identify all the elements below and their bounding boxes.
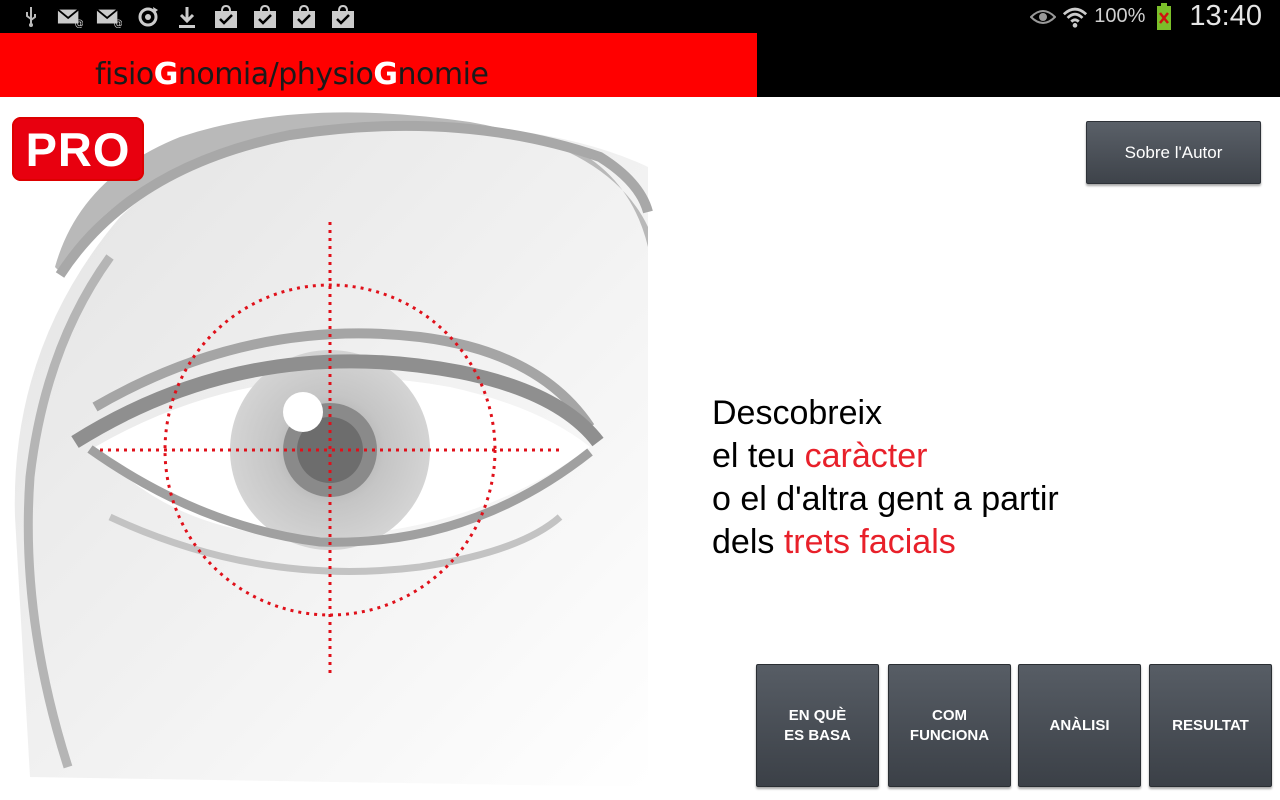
- battery-percentage: 100%: [1094, 5, 1146, 27]
- pro-badge: PRO: [12, 117, 144, 181]
- button-label: RESULTAT: [1172, 716, 1249, 734]
- header-red-banner: fisioGnomia/physioGnomie: [0, 33, 757, 97]
- status-bar: @ @ 100% 13:40: [0, 0, 1280, 33]
- title-part: nomia/physio: [177, 57, 374, 92]
- bag-check-icon: [330, 4, 356, 29]
- title-part: nomie: [397, 57, 489, 92]
- tagline-highlight: caràcter: [804, 437, 928, 475]
- title-part: G: [153, 57, 179, 92]
- svg-text:@: @: [75, 18, 83, 28]
- how-it-works-button[interactable]: COM FUNCIONA: [888, 664, 1011, 787]
- battery-icon: [1151, 2, 1177, 30]
- tagline-line-3: o el d'altra gent a partir: [712, 480, 1059, 518]
- bag-check-icon: [291, 4, 317, 29]
- tagline-line-2: el teu caràcter: [712, 435, 1059, 478]
- svg-text:@: @: [114, 18, 122, 28]
- bag-check-icon: [252, 4, 278, 29]
- tagline-text: el teu: [712, 437, 805, 475]
- sync-icon: [135, 5, 161, 29]
- eye-icon: [1030, 5, 1057, 29]
- tagline-highlight: trets facials: [783, 523, 956, 561]
- bag-check-icon: [213, 4, 239, 29]
- notification-icons: @ @: [18, 4, 356, 29]
- basis-button[interactable]: EN QUÈ ES BASA: [756, 664, 879, 787]
- button-label: ES BASA: [784, 726, 851, 744]
- button-label: EN QUÈ: [788, 706, 847, 724]
- app-header: fisioGnomia/physioGnomie: [0, 33, 1280, 97]
- title-part: G: [373, 57, 398, 92]
- tagline-line-4: dels trets facials: [712, 521, 1059, 564]
- wifi-icon: [1062, 5, 1088, 29]
- tagline-text: dels: [712, 523, 784, 561]
- email-icon: @: [57, 5, 83, 29]
- tagline: Descobreix el teu caràcter o el d'altra …: [712, 392, 1059, 564]
- download-icon: [174, 5, 200, 29]
- about-author-button[interactable]: Sobre l'Autor: [1086, 121, 1261, 184]
- email-icon: @: [96, 5, 122, 29]
- tagline-line-1: Descobreix: [712, 394, 883, 432]
- app-title: fisioGnomia/physioGnomie: [95, 57, 489, 92]
- title-part: fisio: [95, 57, 154, 92]
- usb-icon: [18, 5, 44, 29]
- analysis-button[interactable]: ANÀLISI: [1018, 664, 1141, 787]
- system-status: 100% 13:40: [1030, 0, 1262, 33]
- button-label: FUNCIONA: [909, 726, 990, 744]
- button-label: ANÀLISI: [1049, 716, 1110, 734]
- result-button[interactable]: RESULTAT: [1149, 664, 1272, 787]
- clock: 13:40: [1189, 0, 1262, 32]
- eye-illustration: [14, 112, 653, 787]
- button-label: COM: [932, 706, 967, 724]
